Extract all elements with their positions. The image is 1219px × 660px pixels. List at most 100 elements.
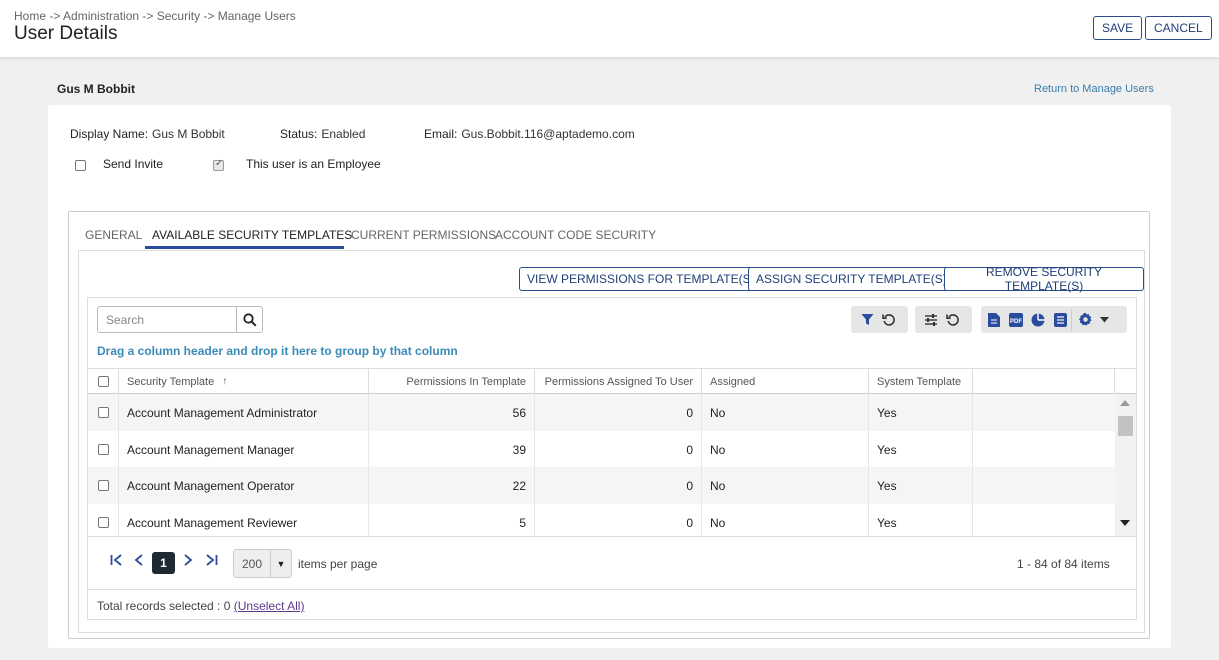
- system-template-cell: Yes: [869, 504, 973, 536]
- row-checkbox[interactable]: [97, 407, 109, 418]
- first-page-icon[interactable]: [110, 554, 124, 566]
- vertical-scrollbar[interactable]: [1115, 394, 1136, 536]
- table-row[interactable]: Account Management Reviewer 5 0 No Yes: [88, 504, 1115, 536]
- user-name-heading: Gus M Bobbit: [57, 82, 135, 96]
- display-name-label: Display Name:: [70, 127, 149, 141]
- view-permissions-button[interactable]: View Permissions for Template(s): [519, 267, 763, 291]
- export-toolgroup: PDF: [981, 306, 1127, 333]
- reset-columns-icon[interactable]: [942, 309, 964, 331]
- search-input[interactable]: [98, 307, 236, 332]
- group-by-hint: Drag a column header and drop it here to…: [97, 344, 458, 358]
- reset-filter-icon[interactable]: [878, 309, 900, 331]
- table-row[interactable]: Account Management Administrator 56 0 No…: [88, 394, 1115, 431]
- system-template-cell: Yes: [869, 431, 973, 468]
- tabs-container: General Available Security Templates Cur…: [68, 211, 1150, 639]
- select-all-cell: [88, 369, 119, 394]
- template-name-cell: Account Management Operator: [119, 467, 369, 504]
- column-header-system-template[interactable]: System Template: [869, 369, 973, 394]
- scrollbar-thumb[interactable]: [1118, 416, 1133, 436]
- export-pdf-icon[interactable]: PDF: [1005, 309, 1027, 331]
- last-page-icon[interactable]: [204, 554, 218, 566]
- chevron-down-icon[interactable]: ▼: [270, 550, 291, 577]
- display-name-field: Display Name: Gus M Bobbit: [70, 127, 225, 141]
- template-name-cell: Account Management Administrator: [119, 394, 369, 431]
- column-header-assigned[interactable]: Assigned: [702, 369, 869, 394]
- assign-template-button[interactable]: Assign Security Template(s): [748, 267, 955, 291]
- column-label: Security Template: [127, 375, 215, 388]
- system-template-cell: Yes: [869, 467, 973, 504]
- column-settings-icon[interactable]: [920, 309, 942, 331]
- filter-icon[interactable]: [856, 309, 878, 331]
- grid-footer: Total records selected : 0 (Unselect All…: [88, 589, 1136, 620]
- templates-grid: PDF Drag a column he: [87, 297, 1137, 620]
- search-icon: [242, 312, 257, 327]
- row-select-cell: [88, 504, 119, 536]
- row-checkbox[interactable]: [97, 480, 109, 491]
- assigned-count-cell: 0: [535, 467, 702, 504]
- row-select-cell: [88, 394, 119, 431]
- remove-template-button[interactable]: Remove Security Template(s): [944, 265, 1144, 293]
- row-checkbox[interactable]: [97, 517, 109, 528]
- tab-current-permissions[interactable]: Current Permissions: [351, 228, 496, 242]
- tab-account-code-security[interactable]: Account Code Security: [495, 228, 656, 242]
- previous-page-icon[interactable]: [134, 554, 144, 566]
- assigned-cell: No: [702, 504, 869, 536]
- email-label: Email:: [424, 127, 458, 141]
- assigned-cell: No: [702, 394, 869, 431]
- column-header-security-template[interactable]: Security Template ↑: [119, 369, 369, 394]
- gear-icon[interactable]: [1074, 309, 1096, 331]
- email-field: Email: Gus.Bobbit.116@aptademo.com: [424, 127, 635, 141]
- page-header: Home -> Administration -> Security -> Ma…: [0, 0, 1219, 57]
- system-template-cell: Yes: [869, 394, 973, 431]
- active-tab-indicator: [145, 246, 344, 249]
- export-document-icon[interactable]: [983, 309, 1005, 331]
- page-size-value: 200: [241, 556, 263, 571]
- tab-panel: View Permissions for Template(s) Assign …: [78, 250, 1145, 633]
- row-select-cell: [88, 467, 119, 504]
- columns-toolgroup: [915, 306, 972, 333]
- tab-available-security-templates[interactable]: Available Security Templates: [152, 228, 352, 242]
- chart-icon[interactable]: [1027, 309, 1049, 331]
- pager-info: 1 - 84 of 84 items: [1017, 557, 1110, 571]
- permissions-count-cell: 39: [369, 431, 535, 468]
- template-name-cell: Account Management Reviewer: [119, 504, 369, 536]
- search-button[interactable]: [236, 307, 262, 332]
- grid-header: Security Template ↑ Permissions In Templ…: [88, 368, 1136, 394]
- cancel-button[interactable]: CANCEL: [1145, 16, 1212, 40]
- display-name-value: Gus M Bobbit: [152, 127, 225, 141]
- assigned-cell: No: [702, 467, 869, 504]
- column-header-empty: [973, 369, 1115, 394]
- grid-body: Account Management Administrator 56 0 No…: [88, 394, 1115, 536]
- column-header-permissions-assigned[interactable]: Permissions Assigned To User: [535, 369, 702, 394]
- email-value: Gus.Bobbit.116@aptademo.com: [461, 127, 635, 141]
- user-details-card: Display Name: Gus M Bobbit Status: Enabled…: [48, 105, 1171, 648]
- chevron-down-icon[interactable]: [1096, 309, 1112, 331]
- list-report-icon[interactable]: [1049, 309, 1071, 331]
- employee-checkbox[interactable]: [213, 158, 224, 171]
- toolbar-divider: [1071, 308, 1072, 331]
- selected-count-label: Total records selected : 0: [97, 599, 231, 613]
- tab-general[interactable]: General: [85, 228, 142, 242]
- assigned-count-cell: 0: [535, 394, 702, 431]
- selected-count: Total records selected : 0 (Unselect All…: [97, 599, 304, 613]
- next-page-icon[interactable]: [183, 554, 193, 566]
- breadcrumb[interactable]: Home -> Administration -> Security -> Ma…: [14, 9, 296, 23]
- return-to-manage-users-link[interactable]: Return to Manage Users: [1034, 83, 1154, 95]
- scroll-down-icon[interactable]: [1120, 520, 1130, 526]
- scroll-up-icon[interactable]: [1120, 400, 1130, 406]
- save-button[interactable]: SAVE: [1093, 16, 1143, 40]
- unselect-all-link[interactable]: (Unselect All): [234, 599, 305, 613]
- page-size-select[interactable]: 200 ▼: [233, 549, 292, 578]
- page-title: User Details: [14, 23, 118, 44]
- row-checkbox[interactable]: [97, 444, 109, 455]
- send-invite-checkbox[interactable]: [75, 160, 86, 171]
- items-per-page-label: items per page: [298, 557, 378, 571]
- status-label: Status:: [280, 127, 318, 141]
- current-page-button[interactable]: 1: [152, 552, 175, 574]
- select-all-checkbox[interactable]: [97, 376, 109, 387]
- status-value: Enabled: [321, 127, 366, 141]
- table-row[interactable]: Account Management Operator 22 0 No Yes: [88, 467, 1115, 504]
- pager: 1 200 ▼ items per page 1 - 84 of 84 item…: [88, 536, 1136, 589]
- column-header-permissions-in-template[interactable]: Permissions In Template: [369, 369, 535, 394]
- table-row[interactable]: Account Management Manager 39 0 No Yes: [88, 431, 1115, 468]
